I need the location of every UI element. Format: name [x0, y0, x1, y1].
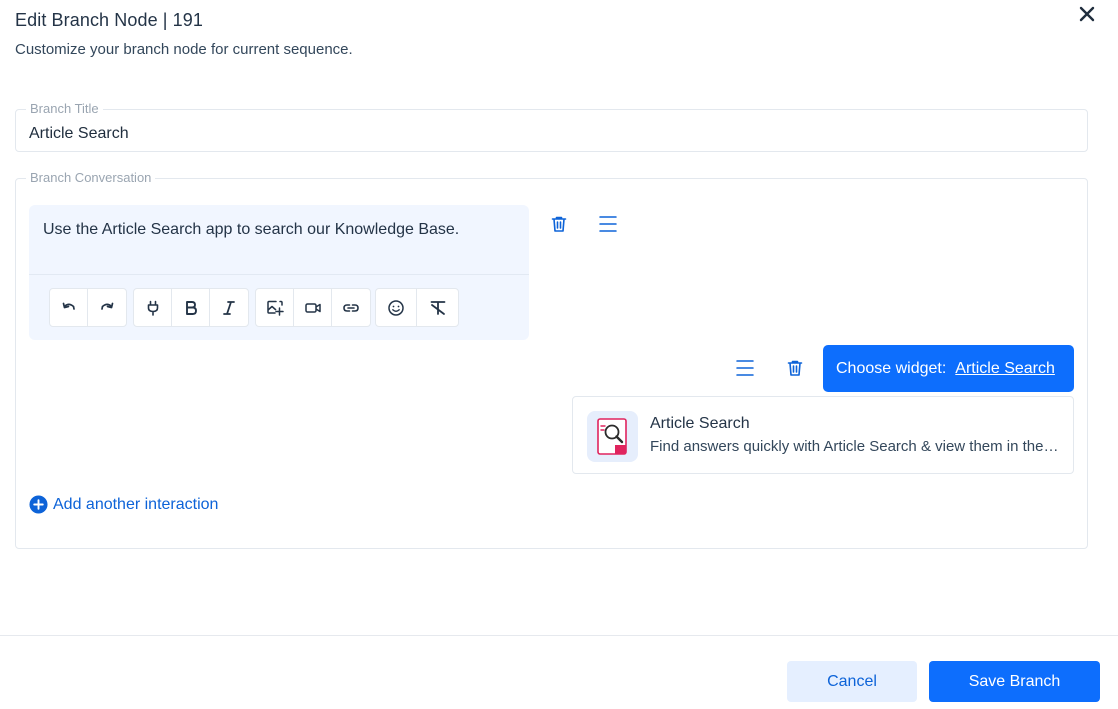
- dialog-header: Edit Branch Node | 191 Customize your br…: [15, 10, 353, 58]
- plug-icon: [147, 300, 158, 316]
- emoji-button[interactable]: [376, 289, 417, 326]
- dialog-subtitle: Customize your branch node for current s…: [15, 41, 353, 58]
- widget-name: Article Search: [650, 415, 750, 432]
- redo-button[interactable]: [88, 289, 126, 326]
- image-button[interactable]: [256, 289, 294, 326]
- widget-description: Find answers quickly with Article Search…: [650, 438, 1062, 455]
- choose-widget-label: Choose widget:: [836, 359, 947, 377]
- image-icon: [266, 300, 284, 316]
- choose-widget-button[interactable]: Choose widget: Article Search: [823, 345, 1074, 392]
- branch-conversation-label: Branch Conversation: [30, 170, 152, 185]
- dialog-title: Edit Branch Node | 191: [15, 10, 203, 30]
- bold-button[interactable]: [172, 289, 210, 326]
- link-button[interactable]: [332, 289, 370, 326]
- branch-title-field: Branch Title: [15, 101, 1088, 152]
- misc-toolbar-group: [375, 288, 459, 327]
- redo-icon: [101, 302, 114, 310]
- cancel-button[interactable]: Cancel: [787, 661, 917, 702]
- undo-button[interactable]: [50, 289, 88, 326]
- footer-divider: [0, 635, 1118, 636]
- bold-icon: [185, 300, 197, 315]
- italic-icon: [223, 300, 235, 315]
- link-icon: [343, 303, 359, 312]
- trash-icon: [787, 360, 803, 376]
- video-icon: [304, 302, 321, 313]
- close-icon[interactable]: [1076, 3, 1098, 25]
- history-toolbar-group: [49, 288, 127, 327]
- italic-button[interactable]: [210, 289, 248, 326]
- article-search-icon: [597, 418, 627, 455]
- format-toolbar-group: [133, 288, 249, 327]
- branch-title-input[interactable]: [29, 125, 1069, 143]
- trash-icon: [551, 216, 567, 232]
- clear-format-button[interactable]: [417, 289, 458, 326]
- drag-message-handle[interactable]: [597, 213, 619, 235]
- editor-divider: [29, 274, 529, 275]
- branch-title-label: Branch Title: [30, 101, 99, 116]
- menu-icon: [736, 360, 754, 376]
- clear-format-icon: [430, 300, 445, 315]
- widget-card[interactable]: Article Search Find answers quickly with…: [572, 396, 1074, 474]
- undo-icon: [62, 302, 75, 310]
- delete-widget-button[interactable]: [784, 357, 806, 379]
- add-interaction-label: Add another interaction: [53, 495, 219, 513]
- plugin-button[interactable]: [134, 289, 172, 326]
- video-button[interactable]: [294, 289, 332, 326]
- message-text[interactable]: Use the Article Search app to search our…: [43, 221, 459, 239]
- article-search-logo: [587, 411, 638, 462]
- emoji-icon: [388, 299, 404, 316]
- menu-icon: [599, 216, 617, 232]
- delete-message-button[interactable]: [548, 213, 570, 235]
- media-toolbar-group: [255, 288, 371, 327]
- add-interaction-button[interactable]: Add another interaction: [29, 495, 218, 514]
- selected-widget-link[interactable]: Article Search: [955, 360, 1055, 378]
- plus-circle-icon: [29, 495, 48, 514]
- message-editor[interactable]: Use the Article Search app to search our…: [29, 205, 529, 340]
- drag-widget-handle[interactable]: [734, 357, 756, 379]
- save-branch-button[interactable]: Save Branch: [929, 661, 1100, 702]
